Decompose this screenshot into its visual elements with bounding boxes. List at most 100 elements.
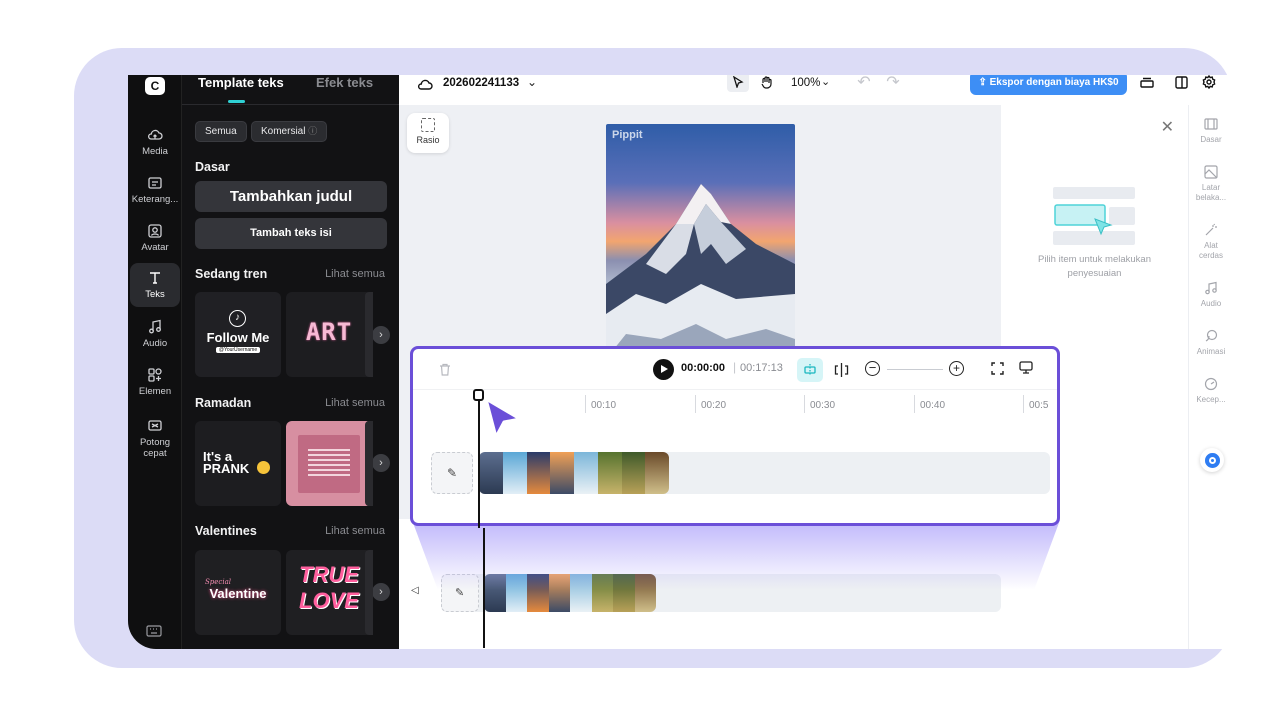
snap-icon[interactable] [797,358,823,382]
left-rail: C Media Keterang... Avatar Teks Audio El… [128,75,182,649]
right-tab-label: Latar belaka... [1195,183,1227,202]
avatar-icon [148,224,162,238]
rail-label: Avatar [141,242,169,253]
see-all-link[interactable]: Lihat semua [325,397,385,409]
section-title-basic: Dasar [195,160,230,174]
zoom-in-icon[interactable]: + [949,361,964,376]
card-text: Follow Me [206,330,270,345]
app-logo: C [145,77,165,95]
scroll-right-icon[interactable]: › [372,583,390,601]
template-card-valentine[interactable]: Special Valentine [195,550,281,635]
help-button[interactable] [1200,448,1224,472]
card-subtext: Special [205,578,231,586]
scroll-right-icon[interactable]: › [372,326,390,344]
select-tool-icon[interactable] [727,75,749,92]
filter-chip-commercial[interactable]: Komersial ⓘ [251,121,328,142]
tiktok-icon: ♪ [229,310,246,327]
right-tab-basic[interactable]: Dasar [1189,117,1232,145]
rail-item-quick-cut[interactable]: Potong cepat [130,413,180,463]
template-card-prank[interactable]: It's a PRANK [195,421,281,506]
caption-icon [148,177,162,189]
card-edge [365,550,373,635]
scroll-right-icon[interactable]: › [372,454,390,472]
right-tab-audio[interactable]: Audio [1189,281,1232,309]
rail-item-audio[interactable]: Audio [130,312,180,356]
zoom-out-icon[interactable]: − [865,361,880,376]
close-icon[interactable]: ✕ [1161,117,1174,137]
rail-label: Potong cepat [139,436,171,459]
project-name[interactable]: 202602241133 [443,77,519,89]
right-tab-label: Animasi [1196,347,1226,356]
total-duration: 00:17:13 [740,362,783,374]
stack-icon[interactable] [1136,75,1158,92]
fullscreen-icon[interactable] [991,362,1004,375]
right-tab-animation[interactable]: Animasi [1189,329,1232,357]
right-tab-label: Alat cerdas [1198,241,1223,260]
see-all-link[interactable]: Lihat semua [325,525,385,537]
template-card-follow-me[interactable]: ♪ Follow Me @YourUsername [195,292,281,377]
split-icon[interactable] [834,363,849,377]
trash-icon[interactable] [439,363,451,376]
hand-tool-icon[interactable] [755,75,777,92]
tab-text-templates[interactable]: Template teks [198,75,284,90]
settings-icon[interactable] [1198,75,1220,92]
template-card-true-love[interactable]: TRUE LOVE [286,550,372,635]
tick-mark [1023,395,1024,413]
rail-item-elements[interactable]: Elemen [130,360,180,404]
upload-icon: ⇪ [978,77,990,88]
rail-item-captions[interactable]: Keterang... [130,168,180,212]
speed-icon [1204,377,1218,391]
tick-mark [585,395,586,413]
filter-chip-all[interactable]: Semua [195,121,247,142]
preview-image[interactable]: Pippit [606,124,795,359]
right-tab-background[interactable]: Latar belaka... [1189,165,1232,203]
cloud-save-icon[interactable] [417,77,433,91]
rail-item-media[interactable]: Media [130,120,180,164]
quick-cut-icon [148,419,162,431]
add-title-button[interactable]: Tambahkan judul [195,181,387,212]
rail-item-text[interactable]: Teks [130,263,180,307]
card-edge [365,292,373,377]
undo-icon[interactable]: ↶ [853,75,875,92]
volume-icon[interactable]: ◁ [411,585,419,596]
chevron-down-icon[interactable]: ⌄ [821,75,830,88]
tick-label: 00:5 [1029,400,1049,411]
rail-label: Elemen [138,386,172,397]
tick-mark [914,395,915,413]
right-tab-label: Kecep... [1196,395,1226,404]
caption-track-icon[interactable] [1019,361,1033,375]
section-title-valentines: Valentines [195,524,257,538]
properties-hint: Pilih item untuk melakukan penyesuaian [1038,254,1151,279]
edit-cover-button[interactable]: ✎ [431,452,473,494]
cloud-upload-icon [148,129,163,140]
right-tab-speed[interactable]: Kecep... [1189,377,1232,405]
redo-icon[interactable]: ↷ [882,75,904,92]
keyboard-icon[interactable] [146,625,162,637]
right-tab-smart-tools[interactable]: Alat cerdas [1189,223,1232,261]
layout-panel-icon[interactable] [1170,75,1192,92]
timeline-toolbar: 00:00:00 | 00:17:13 − + [413,349,1057,385]
tab-text-effects[interactable]: Efek teks [316,75,373,90]
export-button[interactable]: ⇪ Ekspor dengan biaya HK$0 [970,75,1127,95]
zoom-slider[interactable] [887,369,943,370]
zoom-level[interactable]: 100% [791,77,820,89]
play-button[interactable] [653,359,674,380]
see-all-link[interactable]: Lihat semua [325,268,385,280]
chevron-down-icon[interactable]: ⌄ [527,75,537,89]
playhead-line [483,528,485,648]
template-card-art[interactable]: ART [286,292,372,377]
elements-icon [148,368,162,382]
rail-item-avatar[interactable]: Avatar [130,216,180,260]
magic-wand-icon [1205,223,1217,236]
panel-tabs: Template teks Efek teks [182,75,399,105]
add-body-text-button[interactable]: Tambah teks isi [195,218,387,249]
basic-icon [1204,118,1218,130]
aspect-ratio-button[interactable]: Rasio [407,113,449,153]
play-icon [661,365,668,373]
video-clip[interactable] [479,452,669,494]
card-text: TRUE LOVE [299,562,359,613]
template-card-quote[interactable] [286,421,372,506]
rail-label: Teks [145,289,165,300]
section-title-trending: Sedang tren [195,267,268,281]
rail-label: Keterang... [131,194,179,205]
